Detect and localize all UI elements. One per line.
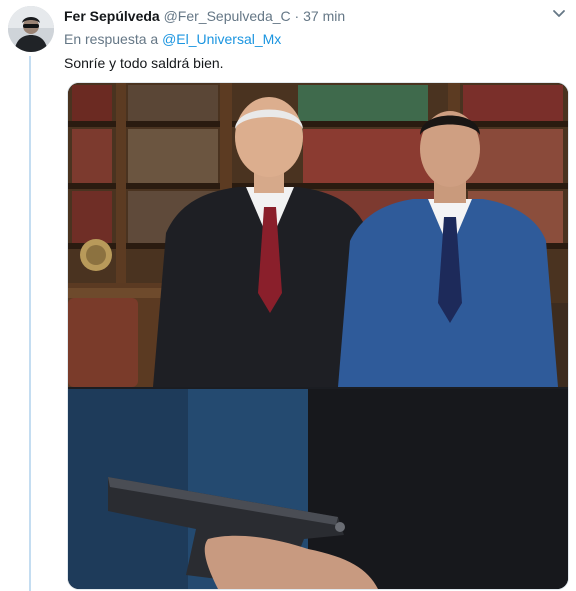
- avatar[interactable]: [8, 6, 54, 52]
- user-handle[interactable]: @Fer_Sepulveda_C: [164, 8, 291, 24]
- tweet-text: Sonríe y todo saldrá bien.: [64, 55, 224, 71]
- photo-handgun[interactable]: [68, 389, 568, 589]
- tweet-media[interactable]: [67, 82, 569, 590]
- tweet-header: Fer Sepúlveda @Fer_Sepulveda_C · 37 min: [64, 7, 345, 25]
- photo-office-portrait[interactable]: [68, 83, 568, 387]
- reply-context: En respuesta a @El_Universal_Mx: [64, 30, 281, 48]
- display-name[interactable]: Fer Sepúlveda: [64, 8, 160, 24]
- tweet-timestamp[interactable]: 37 min: [303, 8, 345, 24]
- meta-separator: ·: [294, 8, 300, 24]
- tweet: Fer Sepúlveda @Fer_Sepulveda_C · 37 min …: [0, 0, 576, 591]
- reply-prefix: En respuesta a: [64, 31, 159, 47]
- reply-to-link[interactable]: @El_Universal_Mx: [162, 31, 281, 47]
- coat-of-arms-icon: [80, 239, 112, 271]
- chevron-down-icon[interactable]: [552, 8, 566, 20]
- thread-line: [29, 56, 31, 591]
